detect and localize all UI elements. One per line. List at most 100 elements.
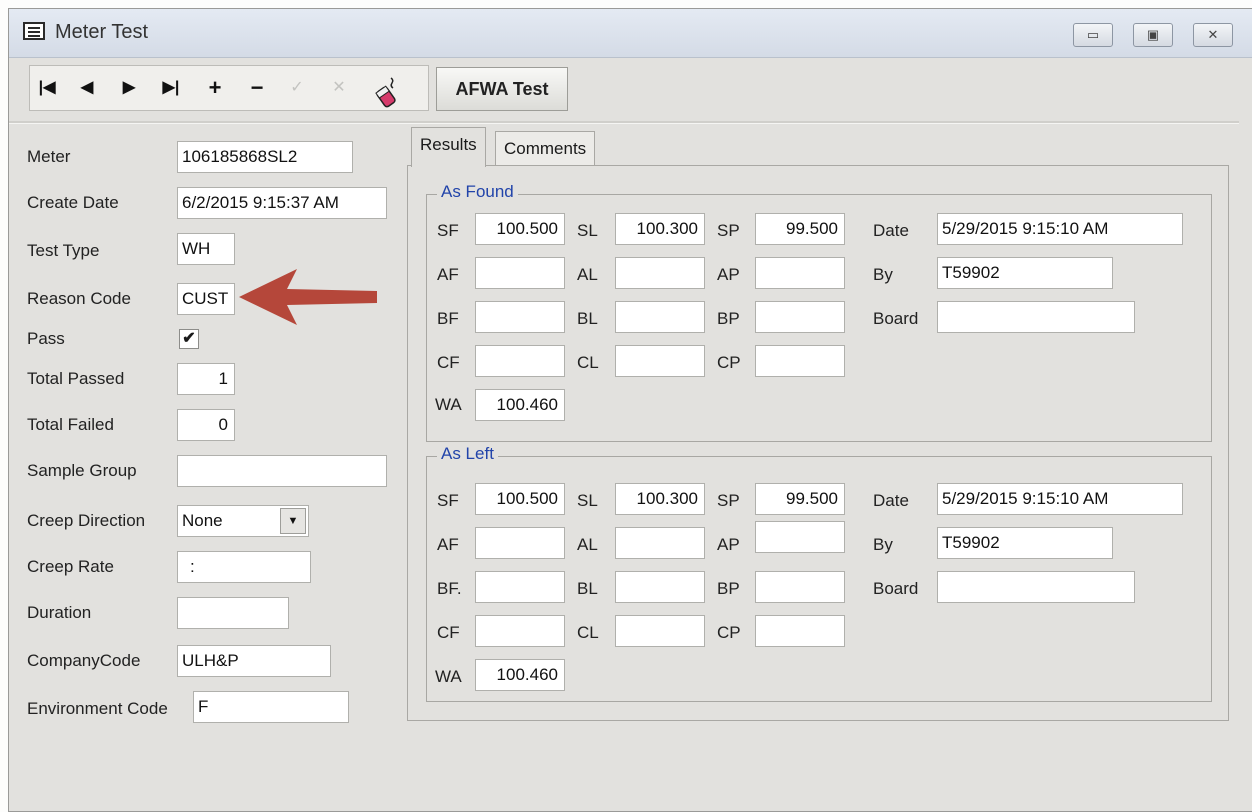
as-found-bf-label: BF: [437, 309, 459, 328]
as-left-al-label: AL: [577, 535, 598, 554]
results-panel: As Found SF 100.500 SL 100.300 SP 99.500…: [407, 165, 1229, 721]
first-record-button[interactable]: |◀: [34, 74, 60, 102]
as-found-by-field[interactable]: T59902: [937, 257, 1113, 289]
as-left-cl-label: CL: [577, 623, 599, 642]
creep-direction-label: Creep Direction: [27, 511, 146, 530]
as-left-title: As Left: [437, 444, 498, 464]
as-left-wa-label: WA: [435, 667, 462, 686]
as-found-wa-label: WA: [435, 395, 462, 414]
reason-code-field[interactable]: CUST: [177, 283, 235, 315]
reason-code-label: Reason Code: [27, 289, 131, 308]
post-edit-button[interactable]: ✓: [284, 74, 310, 102]
as-found-sl-field[interactable]: 100.300: [615, 213, 705, 245]
as-found-al-field[interactable]: [615, 257, 705, 289]
create-date-label: Create Date: [27, 193, 119, 212]
cancel-edit-button[interactable]: ✕: [326, 74, 352, 102]
as-left-board-field[interactable]: [937, 571, 1135, 603]
as-found-cp-label: CP: [717, 353, 741, 372]
as-left-cl-field[interactable]: [615, 615, 705, 647]
restore-button[interactable]: ▣: [1133, 23, 1173, 47]
pass-label: Pass: [27, 329, 65, 348]
add-record-button[interactable]: +: [202, 74, 228, 102]
as-found-date-label: Date: [873, 221, 909, 240]
last-record-button[interactable]: ▶|: [158, 74, 184, 102]
as-left-sp-label: SP: [717, 491, 740, 510]
as-left-bp-field[interactable]: [755, 571, 845, 603]
as-found-date-field[interactable]: 5/29/2015 9:15:10 AM: [937, 213, 1183, 245]
as-left-ap-label: AP: [717, 535, 740, 554]
as-left-cp-field[interactable]: [755, 615, 845, 647]
dropdown-arrow-icon[interactable]: ▼: [280, 508, 306, 534]
as-found-bp-field[interactable]: [755, 301, 845, 333]
window-form-icon: [23, 22, 45, 40]
as-left-af-label: AF: [437, 535, 459, 554]
as-left-sf-field[interactable]: 100.500: [475, 483, 565, 515]
as-found-sp-label: SP: [717, 221, 740, 240]
as-found-cf-field[interactable]: [475, 345, 565, 377]
as-left-sf-label: SF: [437, 491, 459, 510]
create-date-field[interactable]: 6/2/2015 9:15:37 AM: [177, 187, 387, 219]
as-left-bf-field[interactable]: [475, 571, 565, 603]
total-failed-field[interactable]: 0: [177, 409, 235, 441]
duration-field[interactable]: [177, 597, 289, 629]
creep-rate-label: Creep Rate: [27, 557, 114, 576]
window-title: Meter Test: [55, 21, 148, 43]
tab-comments[interactable]: Comments: [495, 131, 596, 167]
as-left-sl-field[interactable]: 100.300: [615, 483, 705, 515]
as-found-sp-field[interactable]: 99.500: [755, 213, 845, 245]
close-button[interactable]: ✕: [1193, 23, 1233, 47]
as-left-al-field[interactable]: [615, 527, 705, 559]
as-left-cf-field[interactable]: [475, 615, 565, 647]
as-found-sf-field[interactable]: 100.500: [475, 213, 565, 245]
as-left-sp-field[interactable]: 99.500: [755, 483, 845, 515]
total-passed-field[interactable]: 1: [177, 363, 235, 395]
as-left-group: As Left SF 100.500 SL 100.300 SP 99.500 …: [426, 444, 1212, 702]
as-left-by-label: By: [873, 535, 893, 554]
as-left-bp-label: BP: [717, 579, 740, 598]
as-left-date-field[interactable]: 5/29/2015 9:15:10 AM: [937, 483, 1183, 515]
environment-code-field[interactable]: F: [193, 691, 349, 723]
as-found-bl-field[interactable]: [615, 301, 705, 333]
creep-direction-select[interactable]: None ▼: [177, 505, 309, 537]
as-left-date-label: Date: [873, 491, 909, 510]
as-left-sl-label: SL: [577, 491, 598, 510]
as-left-bl-field[interactable]: [615, 571, 705, 603]
as-found-ap-field[interactable]: [755, 257, 845, 289]
delete-record-button[interactable]: −: [244, 74, 270, 102]
next-record-button[interactable]: ▶: [116, 74, 142, 102]
as-left-ap-field[interactable]: [755, 521, 845, 553]
minimize-button[interactable]: ▭: [1073, 23, 1113, 47]
as-found-wa-field[interactable]: 100.460: [475, 389, 565, 421]
as-found-bf-field[interactable]: [475, 301, 565, 333]
as-found-af-label: AF: [437, 265, 459, 284]
pencil-eraser-icon[interactable]: [370, 74, 402, 108]
sample-group-label: Sample Group: [27, 461, 137, 480]
as-found-cp-field[interactable]: [755, 345, 845, 377]
meter-label: Meter: [27, 147, 71, 166]
company-code-field[interactable]: ULH&P: [177, 645, 331, 677]
sample-group-field[interactable]: [177, 455, 387, 487]
as-found-group: As Found SF 100.500 SL 100.300 SP 99.500…: [426, 182, 1212, 442]
creep-rate-field[interactable]: :: [177, 551, 311, 583]
as-found-board-field[interactable]: [937, 301, 1135, 333]
tab-results[interactable]: Results: [411, 127, 486, 167]
as-left-bf-label: BF.: [437, 579, 462, 598]
pass-checkbox[interactable]: ✔: [179, 329, 199, 349]
afwa-test-button[interactable]: AFWA Test: [436, 67, 568, 111]
as-found-title: As Found: [437, 182, 518, 202]
meter-test-window: Meter Test ▭ ▣ ✕ |◀ ◀ ▶ ▶| + − ✓ ✕ AFWA …: [8, 8, 1252, 812]
as-left-wa-field[interactable]: 100.460: [475, 659, 565, 691]
meter-field[interactable]: 106185868SL2: [177, 141, 353, 173]
as-left-af-field[interactable]: [475, 527, 565, 559]
as-found-ap-label: AP: [717, 265, 740, 284]
creep-direction-value: None: [182, 511, 223, 530]
as-found-cl-field[interactable]: [615, 345, 705, 377]
as-left-board-label: Board: [873, 579, 919, 598]
toolbar-divider: [9, 121, 1239, 124]
test-type-field[interactable]: WH: [177, 233, 235, 265]
prev-record-button[interactable]: ◀: [74, 74, 100, 102]
total-passed-label: Total Passed: [27, 369, 125, 388]
as-found-al-label: AL: [577, 265, 598, 284]
as-left-by-field[interactable]: T59902: [937, 527, 1113, 559]
as-found-af-field[interactable]: [475, 257, 565, 289]
